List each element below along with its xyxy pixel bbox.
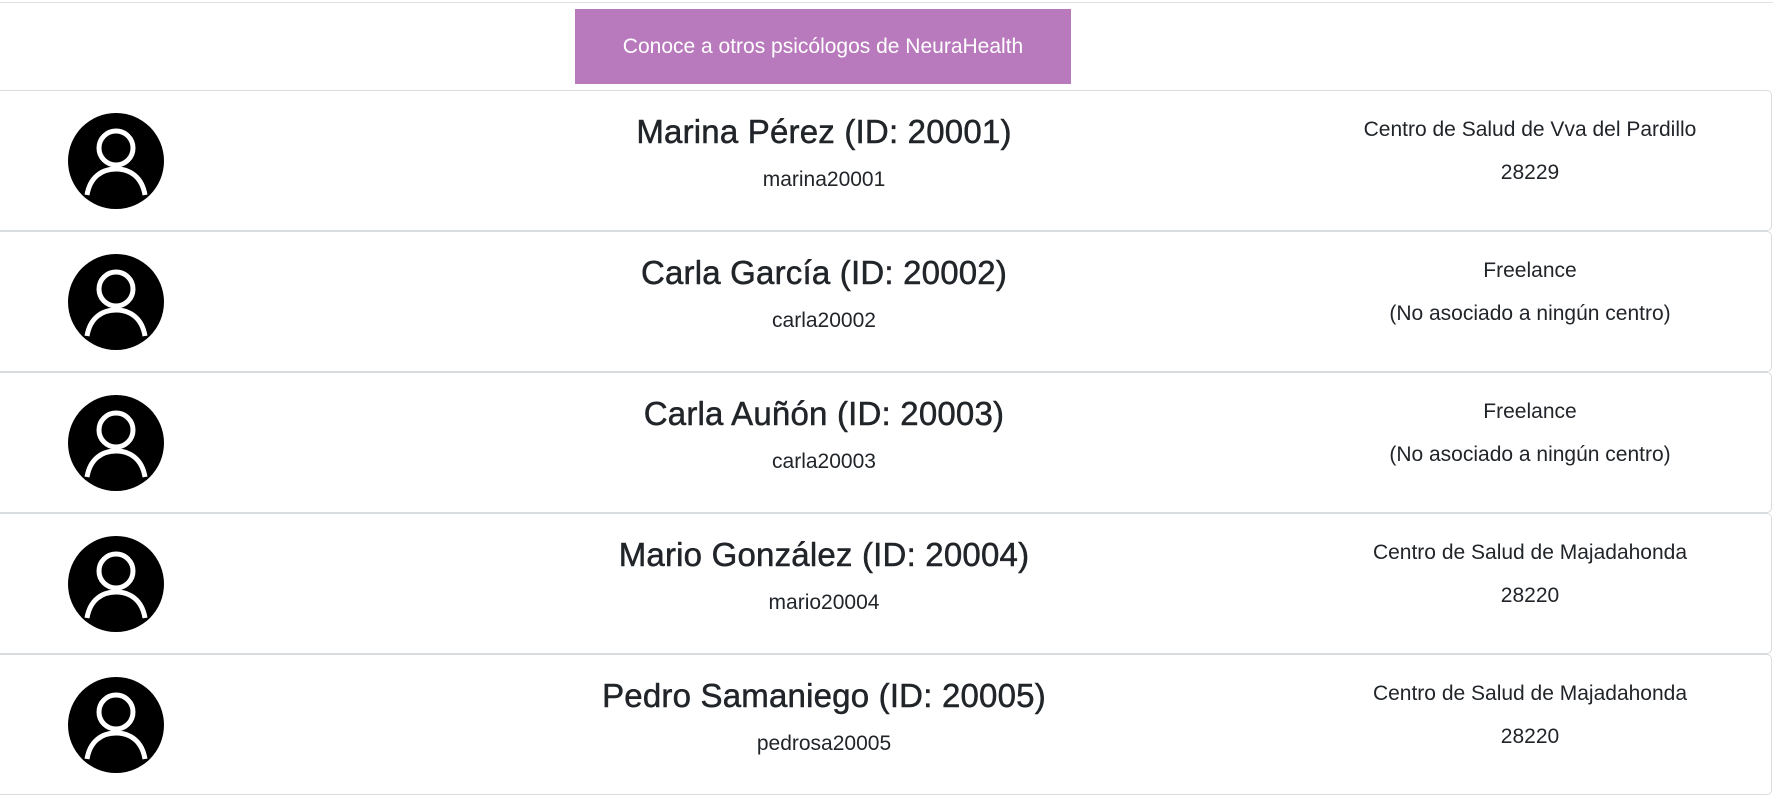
psychologist-card[interactable]: Pedro Samaniego (ID: 20005) pedrosa20005… <box>0 654 1772 795</box>
psychologist-name: Carla García (ID: 20002) <box>640 254 1008 292</box>
psychologist-identity: Carla García (ID: 20002) carla20002 <box>420 232 1228 371</box>
center-detail: 28220 <box>1500 584 1560 607</box>
center-name: Freelance <box>1483 259 1577 282</box>
psychologist-center: Freelance (No asociado a ningún centro) <box>1330 373 1730 512</box>
psychologist-username: carla20003 <box>772 450 876 473</box>
psychologist-name: Marina Pérez (ID: 20001) <box>636 113 1012 151</box>
user-avatar-icon <box>68 677 164 773</box>
psychologist-name: Carla Auñón (ID: 20003) <box>643 395 1005 433</box>
center-name: Centro de Salud de Majadahonda <box>1372 541 1688 564</box>
psychologist-center: Freelance (No asociado a ningún centro) <box>1330 232 1730 371</box>
psychologist-identity: Pedro Samaniego (ID: 20005) pedrosa20005 <box>420 655 1228 794</box>
psychologist-center: Centro de Salud de Majadahonda 28220 <box>1330 514 1730 653</box>
psychologist-identity: Marina Pérez (ID: 20001) marina20001 <box>420 91 1228 230</box>
psychologist-identity: Mario González (ID: 20004) mario20004 <box>420 514 1228 653</box>
page-header: Conoce a otros psicólogos de NeuraHealth <box>0 3 1773 90</box>
psychologist-list: Marina Pérez (ID: 20001) marina20001 Cen… <box>0 90 1773 795</box>
psychologist-username: carla20002 <box>772 309 876 332</box>
psychologist-center: Centro de Salud de Majadahonda 28220 <box>1330 655 1730 794</box>
psychologist-username: marina20001 <box>762 168 886 191</box>
center-detail: (No asociado a ningún centro) <box>1389 302 1671 325</box>
psychologist-username: pedrosa20005 <box>756 732 892 755</box>
psychologist-card[interactable]: Marina Pérez (ID: 20001) marina20001 Cen… <box>0 90 1772 231</box>
psychologist-name: Pedro Samaniego (ID: 20005) <box>602 677 1046 715</box>
meet-psychologists-button[interactable]: Conoce a otros psicólogos de NeuraHealth <box>575 9 1071 84</box>
psychologist-identity: Carla Auñón (ID: 20003) carla20003 <box>420 373 1228 512</box>
psychologist-card[interactable]: Carla García (ID: 20002) carla20002 Free… <box>0 231 1772 372</box>
center-name: Centro de Salud de Vva del Pardillo <box>1363 118 1697 141</box>
psychologist-card[interactable]: Carla Auñón (ID: 20003) carla20003 Freel… <box>0 372 1772 513</box>
center-name: Freelance <box>1483 400 1577 423</box>
center-detail: 28229 <box>1500 161 1560 184</box>
psychologist-center: Centro de Salud de Vva del Pardillo 2822… <box>1330 91 1730 230</box>
user-avatar-icon <box>68 254 164 350</box>
center-name: Centro de Salud de Majadahonda <box>1372 682 1688 705</box>
center-detail: 28220 <box>1500 725 1560 748</box>
user-avatar-icon <box>68 395 164 491</box>
psychologist-username: mario20004 <box>768 591 880 614</box>
center-detail: (No asociado a ningún centro) <box>1389 443 1671 466</box>
psychologist-name: Mario González (ID: 20004) <box>618 536 1030 574</box>
psychologist-card[interactable]: Mario González (ID: 20004) mario20004 Ce… <box>0 513 1772 654</box>
user-avatar-icon <box>68 113 164 209</box>
user-avatar-icon <box>68 536 164 632</box>
